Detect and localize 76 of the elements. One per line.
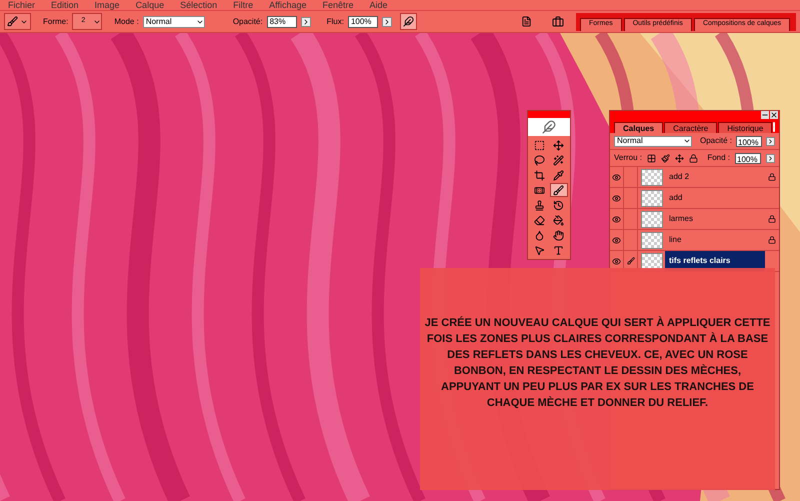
shape-label: Forme: [43, 16, 68, 28]
mode-label: Mode : [114, 16, 139, 28]
flow-label: Flux: [326, 16, 344, 28]
layer-name: larmes [668, 213, 694, 225]
lock-label: Verrou : [614, 152, 642, 164]
fill-label: Fond : [707, 152, 730, 164]
bucket-icon [553, 214, 564, 226]
layer-thumbnail [641, 252, 663, 270]
blend-mode-dropdown[interactable]: Normal [614, 136, 692, 146]
stamp-icon [534, 200, 545, 210]
tool-button[interactable] [550, 183, 568, 197]
layer-row[interactable]: add 2 [610, 167, 779, 188]
caption-text: JE CRÉE UN NOUVEAU CALQUE QUI SERT À APPLIQUER CETTE FOIS LES ZONES PLUS CLAIRES CORRESPONDANT À LA BASE DES REFLETS DANS LES CHEVEUX. CE, AVEC UN ROSE BONBON, EN RESPECTANT LE DESSIN DES MÈCHES, APPUYANT UN PEU PLUS PAR EX SUR LES TRANCHES DE CHAQUE MÈCHE ET DONNER DU RELIEF. [424, 315, 771, 411]
history-brush-icon [553, 200, 564, 210]
briefcase-icon[interactable] [552, 16, 564, 28]
bandage-icon [534, 184, 545, 196]
panel-tab[interactable]: Calques [614, 122, 664, 133]
pointer-icon [534, 244, 545, 256]
minimize-icon[interactable] [761, 111, 769, 119]
layer-row[interactable]: add [610, 188, 779, 209]
lock-move-icon[interactable] [675, 154, 684, 162]
eye-icon[interactable] [612, 236, 621, 244]
layer-thumbnail [641, 190, 663, 206]
layer-name: add [668, 192, 684, 204]
lasso-icon [534, 154, 545, 166]
airbrush-icon [402, 16, 414, 27]
brush-preset-picker[interactable] [4, 13, 31, 30]
close-icon[interactable] [770, 111, 778, 119]
menu-item[interactable]: Affichage [269, 0, 306, 10]
menu-item[interactable]: Fichier [8, 0, 36, 10]
menu-item[interactable]: Aide [370, 0, 388, 10]
marquee-icon [534, 140, 545, 150]
opacity-label: Opacité : [700, 135, 732, 147]
crop-icon [534, 170, 545, 180]
move-icon [553, 140, 564, 150]
layer-name: add 2 [668, 171, 690, 183]
document-icon[interactable] [521, 16, 532, 27]
opacity-field[interactable]: 100% [736, 136, 762, 146]
arrow-icon[interactable] [766, 154, 775, 162]
eye-icon[interactable] [612, 172, 621, 182]
eye-icon[interactable] [612, 194, 621, 202]
caret-icon [683, 137, 691, 145]
eye-icon[interactable] [612, 214, 621, 224]
layer-thumbnail [641, 210, 663, 228]
menu-item[interactable]: Filtre [233, 0, 254, 10]
eye-icon[interactable] [612, 256, 621, 266]
eraser-icon [534, 214, 545, 226]
layer-name: line [668, 234, 682, 246]
airbrush-toggle[interactable] [400, 13, 417, 30]
flow-field[interactable]: 100% [348, 16, 378, 28]
type-icon [553, 244, 564, 256]
brush-icon [553, 184, 564, 196]
lock-paint-icon[interactable] [661, 154, 670, 162]
arrow-icon[interactable] [766, 136, 775, 146]
panel-tab[interactable]: Caractère [664, 122, 718, 133]
mode-dropdown[interactable]: Normal [142, 16, 205, 28]
feather-logo [528, 118, 570, 136]
layer-thumbnail [641, 168, 663, 186]
menu-item[interactable]: Image [94, 0, 120, 10]
brush-icon [7, 16, 18, 27]
opacity-label: Opacité: [232, 16, 263, 28]
lock-icon[interactable] [689, 154, 698, 162]
menu-item[interactable]: Sélection [180, 0, 218, 10]
brush-icon [626, 257, 634, 265]
menu-item[interactable]: Edition [51, 0, 79, 10]
menu-item[interactable]: Fenêtre [322, 0, 354, 10]
menu-item[interactable]: Calque [136, 0, 164, 10]
fill-field[interactable]: 100% [735, 152, 761, 164]
pipette-icon [553, 170, 564, 180]
layer-thumbnail [641, 232, 663, 248]
lock-transparency-icon[interactable] [647, 154, 656, 162]
layer-row[interactable]: larmes [610, 209, 779, 230]
panel-tab[interactable]: Historique [718, 122, 772, 133]
drop-icon [534, 230, 545, 240]
wand-icon [553, 154, 564, 166]
opacity-field[interactable]: 83% [266, 16, 297, 28]
